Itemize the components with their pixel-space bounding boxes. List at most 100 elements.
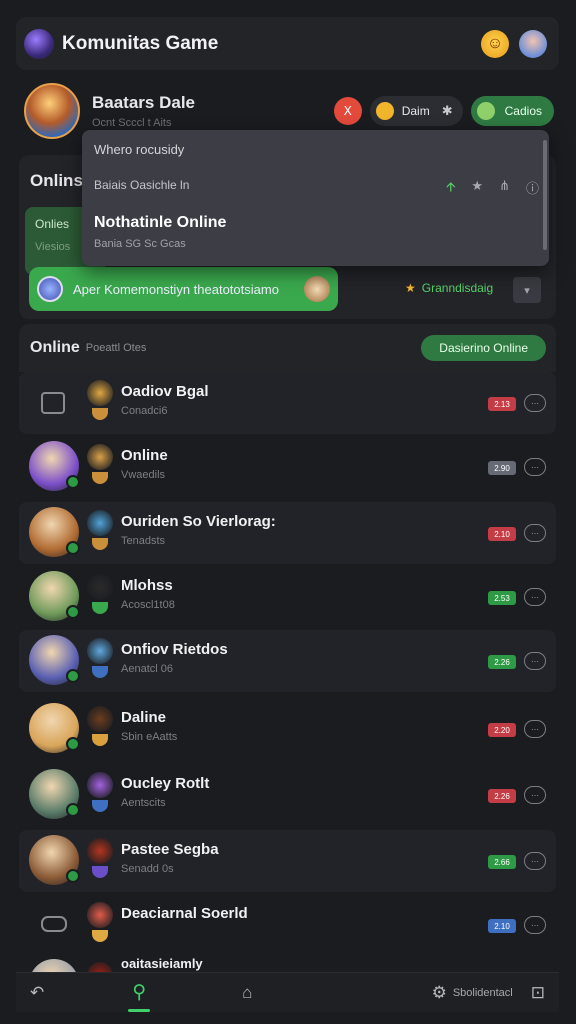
game-icon-base — [92, 666, 108, 678]
dropdown-heading[interactable]: Nothatinle Online — [94, 214, 226, 232]
ping-badge: 2.26 — [488, 789, 516, 803]
more-options-icon[interactable]: ⋯ — [524, 394, 546, 412]
player-name: Pastee Segba — [121, 841, 219, 858]
list-header: Online Poeattl Otes Dasierino Online — [19, 324, 556, 372]
avatar[interactable] — [29, 571, 80, 621]
dropdown-subtext: Bania SG Sc Gcas — [94, 238, 186, 250]
more-options-icon[interactable]: ⋯ — [524, 852, 546, 870]
star-icon[interactable]: ★ — [471, 178, 483, 200]
info-icon[interactable]: ⓘ — [526, 178, 539, 200]
ping-badge: 2.10 — [488, 919, 516, 933]
online-dot — [66, 737, 80, 751]
notification-badge[interactable]: Ⅹ — [333, 97, 362, 125]
profile-avatar[interactable] — [24, 83, 80, 139]
player-status: Aenatcl 06 — [121, 663, 173, 675]
list-item[interactable]: Online Vwaedils 2.90 ⋯ — [19, 436, 556, 498]
smiley-face-icon[interactable]: ☺ — [481, 29, 509, 58]
list-item[interactable]: Deaciarnal Soerld 2.10 ⋯ — [19, 894, 556, 956]
page-title: Komunitas Game — [62, 32, 219, 54]
game-icon-base — [92, 930, 108, 942]
list-item[interactable]: oaitasieiamly — [19, 954, 556, 1009]
player-status: Tenadsts — [121, 535, 166, 547]
list-item[interactable]: Mlohss Acoscl1t08 2.53 ⋯ — [19, 566, 556, 628]
user-avatar[interactable] — [519, 29, 547, 58]
avatar[interactable] — [29, 635, 80, 685]
online-dot — [66, 475, 80, 489]
online-dot — [66, 869, 80, 883]
game-icon — [87, 838, 113, 864]
settings-icon[interactable]: ⚙ — [432, 983, 447, 1003]
game-icon — [87, 380, 113, 406]
arrow-up-icon[interactable]: 🡩 — [446, 178, 455, 200]
game-icon — [87, 772, 113, 798]
back-icon[interactable]: ↶ — [30, 983, 44, 1003]
player-status: Vwaedils — [121, 469, 166, 481]
avatar[interactable] — [29, 441, 80, 491]
list-item[interactable]: Ouriden So Vierlorag: Tenadsts 2.10 ⋯ — [19, 502, 556, 564]
list-item[interactable]: Pastee Segba Senadd 0s 2.66 ⋯ — [19, 830, 556, 892]
announcement-banner[interactable]: Aper Komemonstiyn theatototsiamo — [29, 267, 338, 311]
nav-label: Sbolidentacl — [452, 986, 513, 999]
chevron-down-icon[interactable]: ▾ — [513, 277, 541, 303]
game-icon — [87, 706, 113, 732]
coin-pill[interactable]: Daim ✱ — [369, 96, 463, 126]
game-icon-base — [92, 602, 108, 614]
list-item[interactable]: Daline Sbin eAatts 2.20 ⋯ — [19, 698, 556, 760]
more-options-icon[interactable]: ⋯ — [524, 588, 546, 606]
controller-icon — [41, 916, 67, 932]
game-icon-base — [92, 734, 108, 746]
settings-icon[interactable]: ✱ — [442, 103, 453, 119]
scrollbar[interactable] — [543, 140, 547, 250]
player-status: Sbin eAatts — [121, 731, 178, 743]
ping-badge: 2.53 — [488, 591, 516, 605]
online-filter-button[interactable]: Dasierino Online — [421, 335, 546, 361]
community-icon[interactable]: ⚲ — [128, 981, 151, 1012]
online-dot — [66, 669, 80, 683]
ping-badge: 2.20 — [488, 723, 516, 737]
avatar[interactable] — [29, 769, 80, 819]
more-options-icon[interactable]: ⋯ — [524, 786, 546, 804]
more-options-icon[interactable]: ⋯ — [524, 524, 546, 542]
more-options-icon[interactable]: ⋯ — [524, 652, 546, 670]
banner-avatar — [37, 276, 63, 302]
list-item[interactable]: Onfiov Rietdos Aenatcl 06 2.26 ⋯ — [19, 630, 556, 692]
player-status: Acoscl1t08 — [121, 599, 175, 611]
game-icon-base — [92, 538, 108, 550]
game-icon-base — [92, 866, 108, 878]
more-options-icon[interactable]: ⋯ — [524, 916, 546, 934]
star-icon: ★ — [405, 281, 416, 295]
fork-icon[interactable]: ⋔ — [499, 178, 510, 200]
ping-badge: 2.10 — [488, 527, 516, 541]
avatar[interactable] — [29, 835, 80, 885]
profile-text: Baatars Dale Ocnt Scccl t Aits — [92, 93, 334, 129]
status-icon — [476, 102, 495, 120]
avatar[interactable] — [29, 703, 80, 753]
player-status: Aentscits — [121, 797, 166, 809]
list-item[interactable]: Oucley Rotlt Aentscits 2.26 ⋯ — [19, 764, 556, 826]
player-name: Onfiov Rietdos — [121, 641, 228, 658]
ping-badge: 2.13 — [488, 397, 516, 411]
online-dot — [66, 605, 80, 619]
green-pill-label: Cadios — [504, 104, 542, 118]
dropdown-item[interactable]: Baiais Oasichle ln — [94, 178, 189, 192]
top-bar: Komunitas Game ☺ — [16, 17, 559, 70]
player-name: Oadiov Bgal — [121, 383, 209, 400]
pet-icon — [304, 276, 330, 302]
player-status: Senadd 0s — [121, 863, 174, 875]
avatar[interactable] — [29, 507, 80, 557]
star-link[interactable]: ★ Granndisdaig — [405, 281, 493, 295]
more-options-icon[interactable]: ⋯ — [524, 458, 546, 476]
expand-icon[interactable]: ⊡ — [531, 983, 545, 1003]
green-pill-button[interactable]: Cadios — [470, 96, 554, 126]
player-name: Oucley Rotlt — [121, 775, 210, 792]
player-name: Mlohss — [121, 577, 173, 594]
game-icon-base — [92, 472, 108, 484]
more-options-icon[interactable]: ⋯ — [524, 720, 546, 738]
section-title: Onlins — [30, 171, 83, 190]
list-title: Online — [30, 339, 80, 356]
home-icon[interactable]: ⌂ — [242, 983, 252, 1003]
dropdown-item[interactable]: Whero rocusidy — [94, 142, 184, 157]
online-dot — [66, 803, 80, 817]
list-item[interactable]: Oadiov Bgal Conadci6 2.13 ⋯ — [19, 372, 556, 434]
game-icon — [87, 510, 113, 536]
